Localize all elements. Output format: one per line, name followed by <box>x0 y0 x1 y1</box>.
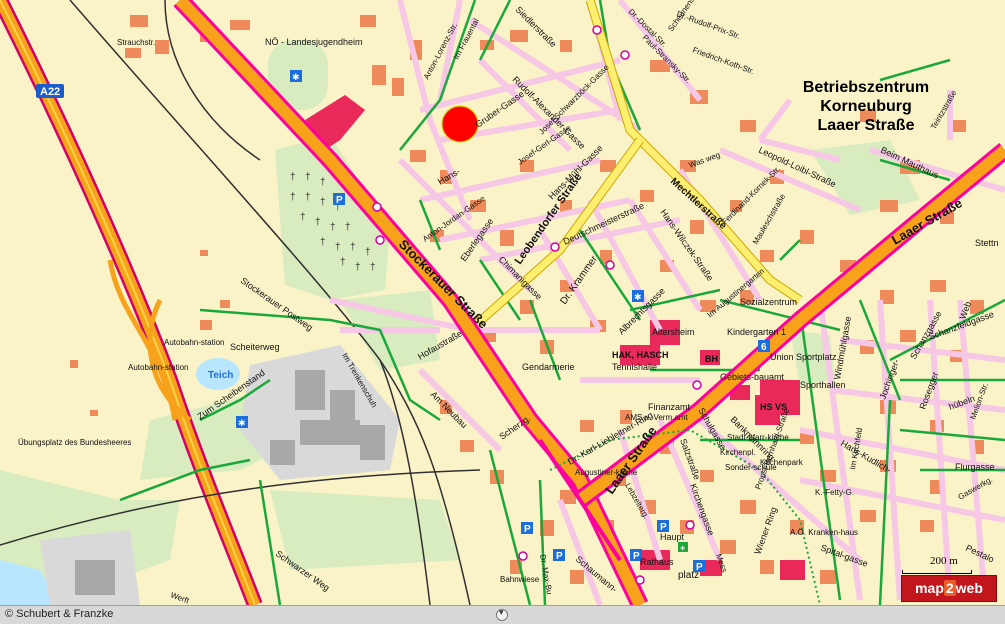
label-finanzamt: Finanzamt <box>648 402 691 412</box>
label-autobahnstation-2: Autobahn-station <box>128 363 189 372</box>
scale-bar: 200 m <box>900 555 1000 574</box>
location-marker[interactable] <box>441 105 479 143</box>
logo-part-1: map <box>915 580 944 596</box>
label-teich: Teich <box>208 370 233 381</box>
svg-text:P: P <box>556 551 563 562</box>
highway-shield: A22 <box>36 84 64 98</box>
label-noe-landesjugendheim: NÖ - Landesjugendheim <box>265 37 363 47</box>
copyright-text: © Schubert & Franzke <box>5 608 114 620</box>
label-sporthallen: Sporthallen <box>800 380 846 390</box>
label-gebietsbauamt: Gebiets-bauamt <box>720 372 785 382</box>
logo-part-2: 2 <box>943 580 956 596</box>
label-bahnwiese: Bahnwiese <box>500 575 540 584</box>
svg-text:†: † <box>305 192 311 203</box>
label-tennishalle: Tennishalle <box>612 362 657 372</box>
svg-text:P: P <box>633 551 640 562</box>
svg-text:†: † <box>340 257 346 268</box>
expand-toggle-button[interactable]: ▾ <box>496 607 508 621</box>
svg-text:†: † <box>365 247 371 258</box>
svg-text:†: † <box>350 242 356 253</box>
label-uebungsplatz: Übungsplatz des Bundesheeres <box>18 438 131 447</box>
label-ao-krankenhaus: A.Ö. Kranken-haus <box>790 528 858 537</box>
logo-part-3: web <box>955 580 983 596</box>
hospital-icon: + <box>678 542 688 553</box>
label-hak-hasch: HAK, HASCH <box>612 350 669 360</box>
title-line-1: Betriebszentrum <box>803 79 929 96</box>
label-scheiterweg: Scheiterweg <box>230 342 280 352</box>
svg-text:†: † <box>345 222 351 233</box>
label-flurgasse: Flurgasse <box>955 462 995 472</box>
svg-text:6: 6 <box>761 342 767 353</box>
title-line-3: Laaer Straße <box>818 117 915 134</box>
map-title: Betriebszentrum Korneuburg Laaer Straße <box>803 79 929 134</box>
map-viewer: † † † † † † † † † † † † † † † † † † P P P P P P 6 ✱ ✱… <box>0 0 1005 624</box>
label-altersheim: Altersheim <box>652 327 695 337</box>
svg-text:†: † <box>355 262 361 273</box>
svg-text:+: + <box>680 543 685 553</box>
scale-line <box>902 570 972 574</box>
label-stettner: Stettn <box>975 238 999 248</box>
label-sozialzentrum: Sozialzentrum <box>740 297 797 307</box>
svg-text:†: † <box>370 262 376 273</box>
label-strauchstr: Strauchstr. <box>117 38 155 47</box>
svg-text:†: † <box>320 177 326 188</box>
svg-text:A22: A22 <box>40 86 60 98</box>
map2web-logo[interactable]: map 2 web <box>901 575 997 602</box>
label-ams-vermamt: AMS u. Verm.amt <box>625 413 688 422</box>
chevron-down-icon: ▾ <box>499 607 504 617</box>
scale-label: 200 m <box>930 555 958 567</box>
svg-text:†: † <box>320 237 326 248</box>
svg-text:†: † <box>315 217 321 228</box>
svg-text:✱: ✱ <box>292 72 300 82</box>
svg-text:†: † <box>305 172 311 183</box>
footer-bar: © Schubert & Franzke ▾ <box>0 605 1005 624</box>
label-kindergarten-1: Kindergarten 1 <box>727 327 786 337</box>
label-rathaus: Rathaus <box>640 557 674 567</box>
label-gendarmerie: Gendarmerie <box>522 362 575 372</box>
svg-text:†: † <box>335 242 341 253</box>
label-union-sportplatz: Union Sportplatz <box>770 352 837 362</box>
svg-text:✱: ✱ <box>634 292 642 302</box>
label-k-fetty-g: K.-Fetty-G. <box>815 488 854 497</box>
label-hauptplatz-2: platz <box>678 570 699 581</box>
label-autobahnstation-1: Autobahn-station <box>164 338 225 347</box>
label-bh: BH <box>705 354 718 364</box>
label-augustinerkirche: Augustiner-kirche <box>575 468 638 477</box>
label-hauptplatz-1: Haupt <box>660 532 685 542</box>
svg-text:†: † <box>320 197 326 208</box>
svg-text:P: P <box>524 524 531 535</box>
city-map[interactable]: † † † † † † † † † † † † † † † † † † P P P P P P 6 ✱ ✱… <box>0 0 1005 605</box>
svg-text:†: † <box>290 172 296 183</box>
svg-text:✱: ✱ <box>238 418 246 428</box>
svg-text:†: † <box>290 192 296 203</box>
svg-text:P: P <box>336 195 343 206</box>
title-line-2: Korneuburg <box>820 98 912 115</box>
svg-text:†: † <box>300 212 306 223</box>
label-kirchenpl: Kirchenpl. <box>720 448 756 457</box>
svg-text:†: † <box>330 222 336 233</box>
